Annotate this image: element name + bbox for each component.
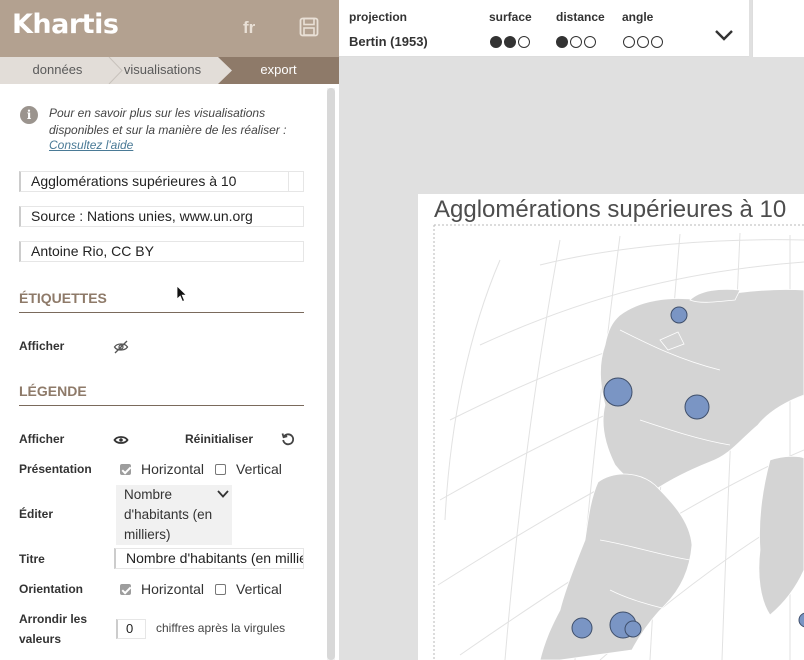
- distance-dot: [584, 36, 596, 48]
- labels-show-label: Afficher: [19, 339, 65, 353]
- distance-dot: [570, 36, 582, 48]
- step-export[interactable]: export: [218, 57, 339, 84]
- angle-dot: [623, 36, 635, 48]
- panel-scrollbar[interactable]: [327, 88, 335, 660]
- angle-label: angle: [622, 10, 654, 24]
- reset-icon[interactable]: [281, 432, 295, 446]
- land: [539, 288, 804, 660]
- labels-section-heading: ÉTIQUETTES: [19, 290, 304, 313]
- info-text: Pour en savoir plus sur les visualisatio…: [49, 106, 287, 137]
- city-bubble[interactable]: [603, 377, 633, 407]
- projection-value[interactable]: Bertin (1953): [349, 34, 428, 49]
- round-label-line2: valeurs: [19, 632, 62, 646]
- city-bubble[interactable]: [670, 306, 688, 324]
- legend-title-input[interactable]: Nombre d'habitants (en milliers): [114, 548, 304, 569]
- angle-dot: [637, 36, 649, 48]
- presentation-vertical-label: Vertical: [236, 461, 282, 477]
- legend-show-label: Afficher: [19, 432, 65, 446]
- legend-variable-select[interactable]: Nombre d'habitants (en milliers): [116, 485, 232, 545]
- distance-rating: [556, 36, 596, 48]
- round-label: Arrondir les: [19, 612, 88, 626]
- brand-header: Khartis fr: [0, 0, 339, 57]
- surface-dot: [518, 36, 530, 48]
- chevron-down-icon[interactable]: [714, 28, 734, 42]
- floppy-disk-icon[interactable]: [299, 17, 319, 37]
- map-title-input[interactable]: Agglomérations supérieures à 10: [19, 171, 304, 192]
- step-navigation: données visualisations export: [0, 57, 339, 84]
- decimals-input[interactable]: 0: [116, 619, 146, 639]
- projection-label: projection: [349, 10, 408, 24]
- titre-label: Titre: [19, 552, 45, 566]
- select-value: Nombre d'habitants (en milliers): [124, 487, 213, 542]
- city-bubble[interactable]: [684, 394, 710, 420]
- orientation-vertical-checkbox[interactable]: [215, 583, 226, 595]
- legend-section-heading: LÉGENDE: [19, 383, 304, 406]
- surface-label: surface: [489, 10, 532, 24]
- step-donnees[interactable]: données: [0, 57, 115, 84]
- top-right-panel: [752, 0, 804, 57]
- step-visualisations[interactable]: visualisations: [100, 57, 225, 84]
- app: Agglomérations supérieures à 10 Khartis …: [0, 0, 804, 660]
- projection-bar[interactable]: projection Bertin (1953) surface distanc…: [339, 0, 749, 57]
- chevron-down-icon[interactable]: [217, 490, 229, 498]
- author-input[interactable]: Antoine Rio, CC BY: [19, 241, 304, 262]
- orientation-horizontal-option[interactable]: Horizontal: [120, 581, 204, 597]
- presentation-vertical-checkbox[interactable]: [215, 463, 226, 475]
- language-switch[interactable]: fr: [243, 18, 255, 38]
- presentation-horizontal-checkbox[interactable]: [120, 463, 131, 475]
- presentation-horizontal-label: Horizontal: [141, 461, 205, 477]
- eye-icon[interactable]: [113, 433, 129, 447]
- orientation-horizontal-label: Horizontal: [141, 581, 205, 597]
- decimals-suffix: chiffres après la virgules: [156, 621, 286, 635]
- legend-reset-label[interactable]: Réinitialiser: [185, 432, 253, 446]
- edit-label: Éditer: [19, 507, 54, 521]
- angle-dot: [651, 36, 663, 48]
- orientation-horizontal-checkbox[interactable]: [120, 583, 131, 595]
- orientation-label: Orientation: [19, 582, 84, 596]
- orientation-vertical-option[interactable]: Vertical: [215, 581, 282, 597]
- input-caret: [288, 172, 289, 191]
- info-icon: i: [20, 106, 38, 124]
- eye-off-icon[interactable]: [113, 340, 129, 354]
- scrollbar-thumb[interactable]: [327, 88, 335, 660]
- map-canvas[interactable]: [418, 220, 804, 660]
- source-input[interactable]: Source : Nations unies, www.un.org: [19, 206, 304, 227]
- orientation-vertical-label: Vertical: [236, 581, 282, 597]
- surface-rating: [490, 36, 530, 48]
- app-logo[interactable]: Khartis: [12, 9, 119, 40]
- mouse-pointer-icon: [176, 285, 188, 303]
- surface-dot: [504, 36, 516, 48]
- city-bubble[interactable]: [624, 620, 642, 638]
- city-bubble[interactable]: [571, 617, 593, 639]
- presentation-horizontal-option[interactable]: Horizontal: [120, 461, 204, 477]
- presentation-vertical-option[interactable]: Vertical: [215, 461, 282, 477]
- distance-dot: [556, 36, 568, 48]
- help-link[interactable]: Consultez l'aide: [49, 138, 133, 152]
- surface-dot: [490, 36, 502, 48]
- presentation-label: Présentation: [19, 462, 92, 476]
- angle-rating: [623, 36, 663, 48]
- city-bubble[interactable]: [798, 612, 804, 628]
- distance-label: distance: [556, 10, 605, 24]
